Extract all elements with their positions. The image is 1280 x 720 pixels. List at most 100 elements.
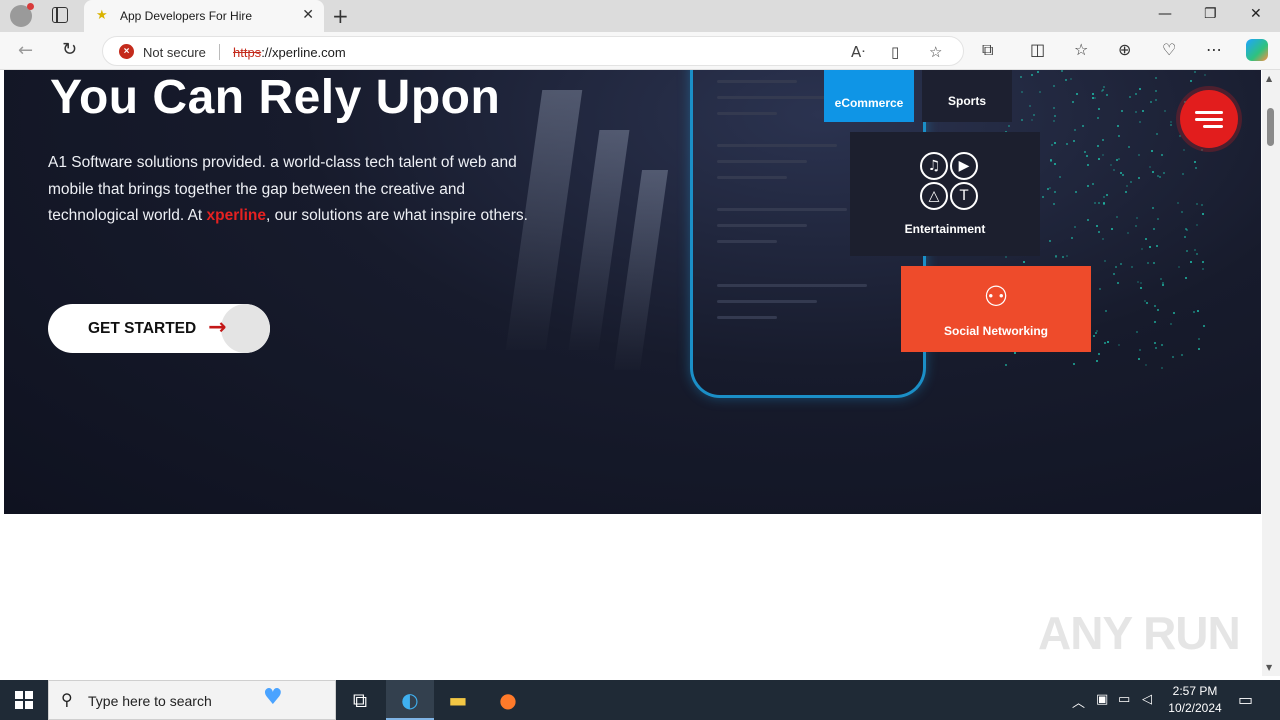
particle-dot — [1163, 172, 1166, 175]
particle-dot — [1052, 85, 1055, 88]
scroll-thumb[interactable] — [1267, 108, 1274, 146]
reload-icon[interactable]: ↻ — [62, 39, 77, 60]
back-arrow-icon[interactable]: ← — [18, 40, 33, 61]
code-line — [717, 224, 807, 227]
window-close-icon[interactable]: ✕ — [1250, 6, 1262, 22]
particle-dot — [1104, 259, 1107, 262]
close-tab-icon[interactable]: ✕ — [302, 7, 314, 23]
particle-dot — [1098, 230, 1101, 233]
particle-dot — [1007, 124, 1010, 127]
particle-dot — [1154, 304, 1157, 307]
particle-dot — [1102, 138, 1105, 141]
particle-dot — [1154, 341, 1157, 344]
particle-dot — [1140, 282, 1143, 285]
particle-dot — [1091, 183, 1094, 186]
volume-icon[interactable]: ◁ — [1142, 692, 1152, 707]
network-icon[interactable]: ▭ — [1118, 692, 1130, 707]
tray-chevron-icon[interactable]: ︿ — [1072, 692, 1085, 711]
split-screen-icon[interactable]: ◫ — [1030, 40, 1045, 59]
particle-dot — [1020, 76, 1023, 79]
new-tab-icon[interactable]: + — [332, 4, 349, 28]
particle-dot — [1086, 185, 1089, 188]
hamburger-menu-button[interactable] — [1180, 90, 1238, 148]
particle-dot — [1156, 132, 1159, 135]
meet-now-icon[interactable]: ▣ — [1096, 692, 1108, 707]
particle-dot — [1161, 344, 1164, 347]
particle-dot — [1097, 352, 1100, 355]
scroll-down-arrow-icon[interactable]: ▼ — [1266, 663, 1272, 672]
copilot-icon[interactable] — [1246, 39, 1268, 61]
particle-dot — [1098, 157, 1101, 160]
edge-browser-icon[interactable]: ◐ — [386, 680, 434, 720]
search-highlight-icon: ♥ — [263, 685, 283, 710]
favorite-star-icon[interactable]: ☆ — [929, 43, 942, 61]
notification-icon[interactable]: ▭ — [1238, 690, 1253, 709]
security-label[interactable]: Not secure — [143, 45, 206, 60]
immersive-reader-icon[interactable]: ▯ — [891, 43, 899, 61]
minimize-icon[interactable]: — — [1158, 6, 1172, 22]
arrow-right-icon: → — [208, 315, 227, 340]
particle-dot — [1128, 95, 1131, 98]
brand-link[interactable]: xperline — [207, 207, 266, 224]
particle-dot — [1073, 139, 1075, 142]
read-aloud-icon[interactable]: Aᐧ — [851, 43, 865, 61]
favorites-icon[interactable]: ☆ — [1074, 40, 1088, 59]
menu-line-icon — [1203, 125, 1223, 128]
browser-essentials-icon[interactable]: ♡ — [1162, 40, 1176, 59]
restore-icon[interactable]: ❐ — [1204, 6, 1217, 22]
tab-actions-icon[interactable] — [52, 7, 68, 23]
particle-dot — [1185, 277, 1188, 280]
particle-dot — [1106, 93, 1109, 96]
hero-desc-text-end: , our solutions are what inspire others. — [266, 207, 528, 224]
file-explorer-icon[interactable]: ▬ — [434, 680, 482, 720]
get-started-button[interactable]: GET STARTED → — [48, 304, 270, 353]
particle-dot — [1023, 261, 1026, 264]
particle-dot — [1117, 157, 1120, 160]
page-scrollbar[interactable]: ▲ ▼ — [1262, 70, 1280, 676]
tab-active[interactable]: ★ App Developers For Hire ✕ — [84, 0, 324, 32]
particle-dot — [1049, 160, 1052, 163]
windows-start-icon[interactable] — [15, 691, 33, 709]
particle-dot — [1096, 116, 1099, 119]
particle-dot — [1202, 267, 1205, 270]
address-separator — [219, 44, 220, 60]
settings-more-icon[interactable]: ⋯ — [1206, 40, 1222, 59]
extensions-icon[interactable]: ⧉ — [982, 40, 993, 60]
particle-dot — [1096, 224, 1099, 227]
task-view-icon[interactable]: ⧉ — [336, 680, 384, 720]
particle-dot — [1139, 286, 1142, 289]
particle-dot — [1103, 195, 1106, 198]
url-text[interactable]: https://xperline.com — [233, 45, 346, 60]
scroll-up-arrow-icon[interactable]: ▲ — [1266, 74, 1272, 83]
particle-dot — [1050, 143, 1053, 146]
particle-dot — [1112, 272, 1115, 275]
particle-dot — [1126, 185, 1129, 188]
particle-dot — [1145, 301, 1148, 304]
particle-dot — [1155, 98, 1158, 101]
particle-dot — [1054, 190, 1057, 193]
particle-dot — [1135, 225, 1138, 228]
particle-dot — [1185, 229, 1188, 232]
particle-dot — [1184, 236, 1187, 239]
particle-dot — [1114, 265, 1117, 268]
firefox-icon[interactable]: ● — [484, 680, 532, 720]
profile-avatar-icon[interactable] — [10, 3, 34, 27]
particle-dot — [1055, 255, 1058, 258]
particle-dot — [1148, 246, 1151, 249]
particle-dot — [1124, 190, 1127, 193]
particle-dot — [1190, 80, 1193, 83]
particle-dot — [1142, 110, 1145, 113]
particle-dot — [1147, 261, 1150, 264]
taskbar-search-box[interactable]: ⚲ Type here to search ♥ — [48, 680, 336, 720]
particle-dot — [1020, 90, 1023, 93]
particle-dot — [1203, 74, 1206, 77]
collections-icon[interactable]: ⊕ — [1118, 40, 1131, 59]
particle-dot — [1196, 252, 1199, 255]
particle-dot — [1178, 135, 1181, 138]
particle-dot — [1128, 146, 1131, 149]
code-line — [717, 300, 817, 303]
hero-description: A1 Software solutions provided. a world-… — [48, 150, 528, 230]
address-bar[interactable]: × Not secure https://xperline.com Aᐧ ▯ ☆ — [102, 36, 964, 66]
particle-dot — [1138, 154, 1141, 157]
taskbar-clock[interactable]: 2:57 PM 10/2/2024 — [1160, 683, 1230, 717]
